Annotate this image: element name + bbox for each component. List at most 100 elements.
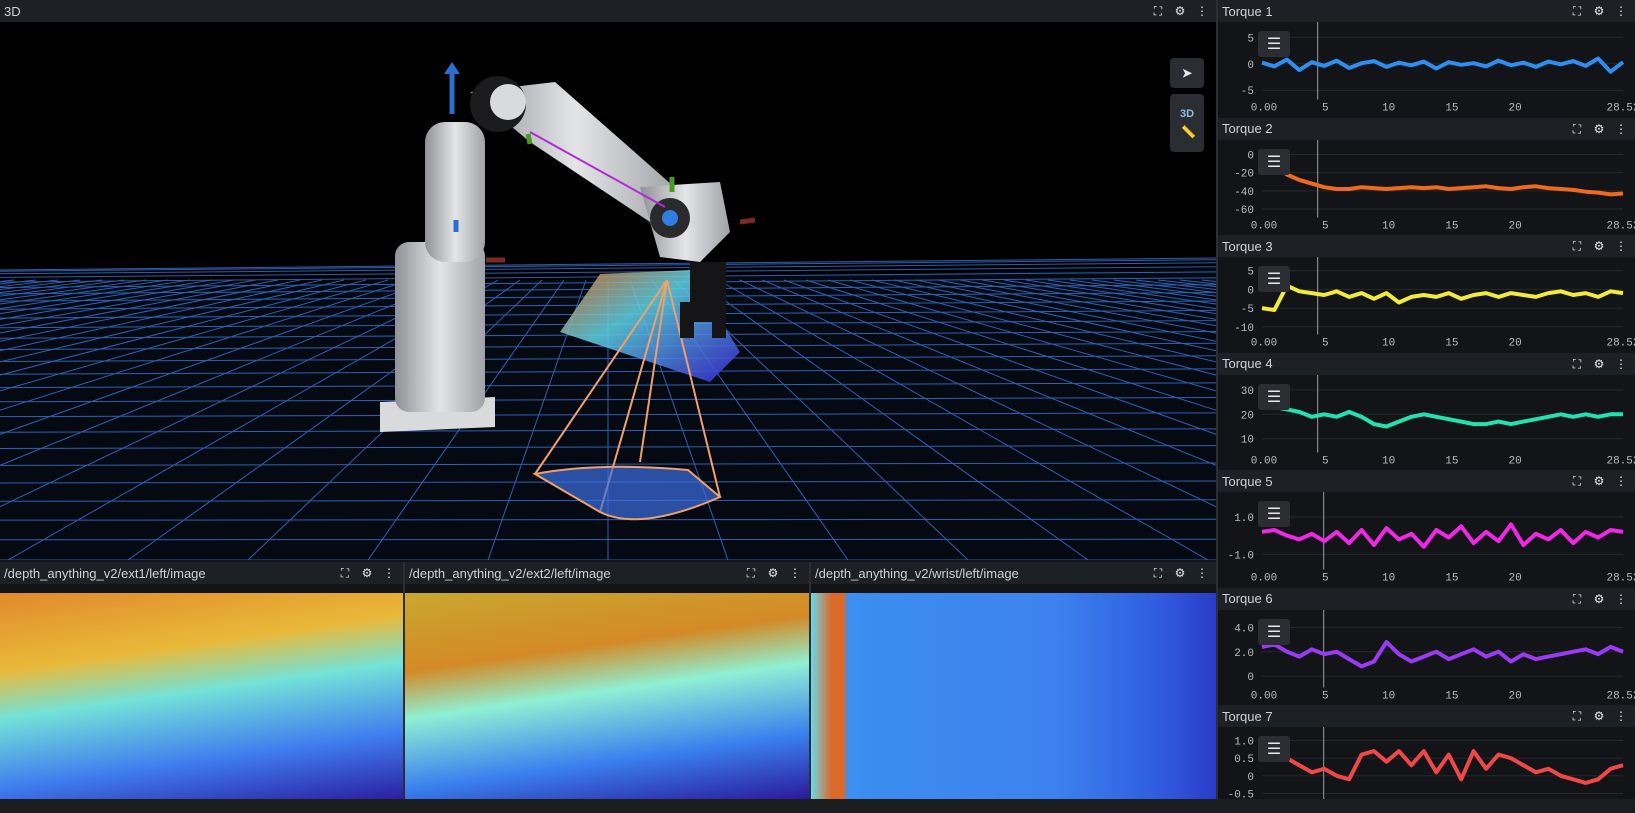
status-bar <box>0 799 1635 813</box>
gear-icon[interactable]: ⚙ <box>1593 123 1605 135</box>
torque-panel: Torque 7 ⛶ ⚙ ⋮ 1.00.50-0.50.00510152028.… <box>1218 705 1635 813</box>
gear-icon[interactable]: ⚙ <box>1593 358 1605 370</box>
torque-panel-title: Torque 3 <box>1222 238 1273 254</box>
maximize-icon[interactable]: ⛶ <box>1152 5 1164 17</box>
x-tick-label: 28.52 <box>1606 690 1635 702</box>
more-icon[interactable]: ⋮ <box>1615 710 1627 722</box>
torque-chart[interactable]: 5 0 -5 -10 0.00 5 10 15 20 28.52 ☰ <box>1218 257 1635 351</box>
gear-icon[interactable]: ⚙ <box>767 567 779 579</box>
depth-image-view[interactable] <box>405 593 809 799</box>
y-tick-label: -5 <box>1241 86 1254 98</box>
x-tick-label: 20 <box>1509 103 1522 115</box>
torque-chart[interactable]: 0 -20 -40 -60 0.00 5 10 15 20 28.52 ☰ <box>1218 139 1635 234</box>
maximize-icon[interactable]: ⛶ <box>1571 5 1583 17</box>
legend-toggle-button[interactable]: ☰ <box>1258 31 1290 57</box>
y-tick-label: 1.0 <box>1234 737 1254 749</box>
x-tick-label: 10 <box>1382 455 1395 467</box>
image-panel-title: /depth_anything_v2/ext2/left/image <box>409 565 611 581</box>
maximize-icon[interactable]: ⛶ <box>1571 710 1583 722</box>
pointer-tool-button[interactable]: ➤ <box>1170 58 1204 88</box>
maximize-icon[interactable]: ⛶ <box>1152 567 1164 579</box>
view-mode-3d-button[interactable]: 3D <box>1180 108 1194 120</box>
legend-toggle-button[interactable]: ☰ <box>1258 736 1290 762</box>
legend-toggle-button[interactable]: ☰ <box>1258 148 1290 175</box>
ruler-icon[interactable]: 📏 <box>1181 126 1196 138</box>
legend-toggle-button[interactable]: ☰ <box>1258 501 1290 527</box>
more-icon[interactable]: ⋮ <box>383 567 395 579</box>
more-icon[interactable]: ⋮ <box>1615 240 1627 252</box>
x-tick-label: 5 <box>1322 455 1329 467</box>
gear-icon[interactable]: ⚙ <box>1593 240 1605 252</box>
list-icon: ☰ <box>1266 506 1282 523</box>
more-icon[interactable]: ⋮ <box>1615 123 1627 135</box>
torque-series-line <box>1261 749 1624 785</box>
x-tick-label: 28.52 <box>1606 573 1635 585</box>
torque-panel-header: Torque 2 ⛶ ⚙ ⋮ <box>1218 117 1635 140</box>
y-tick-label: 1.0 <box>1234 513 1254 525</box>
y-tick-label: 10 <box>1241 434 1254 446</box>
torque-panel-title: Torque 4 <box>1222 356 1273 371</box>
x-tick-label: 0.00 <box>1251 573 1277 585</box>
x-tick-label: 20 <box>1509 455 1522 467</box>
x-tick-label: 5 <box>1322 338 1329 350</box>
x-tick-label: 5 <box>1322 690 1329 702</box>
torque-series-line <box>1261 639 1624 668</box>
legend-toggle-button[interactable]: ☰ <box>1258 618 1290 645</box>
divider[interactable] <box>403 562 405 799</box>
y-tick-label: 0 <box>1247 772 1254 784</box>
x-tick-label: 10 <box>1382 573 1395 585</box>
torque-series-line <box>1261 162 1624 196</box>
x-tick-label: 0.00 <box>1251 455 1277 467</box>
x-tick-label: 5 <box>1322 103 1329 115</box>
x-tick-label: 28.52 <box>1606 220 1635 232</box>
torque-chart[interactable]: 4.0 2.0 0 0.00 5 10 15 20 28.52 ☰ <box>1218 609 1635 704</box>
pointer-icon: ➤ <box>1181 66 1193 80</box>
y-tick-label: -40 <box>1234 186 1254 198</box>
legend-toggle-button[interactable]: ☰ <box>1258 383 1290 410</box>
gear-icon[interactable]: ⚙ <box>1593 475 1605 487</box>
more-icon[interactable]: ⋮ <box>1196 567 1208 579</box>
torque-chart[interactable]: 5 0 -5 0.00 5 10 15 20 28.52 ☰ <box>1218 22 1635 116</box>
gear-icon[interactable]: ⚙ <box>1593 710 1605 722</box>
gear-icon[interactable]: ⚙ <box>1593 5 1605 17</box>
view-mode-group: 3D 📏 <box>1170 94 1204 152</box>
maximize-icon[interactable]: ⛶ <box>1571 475 1583 487</box>
list-icon: ☰ <box>1266 153 1282 171</box>
torque-panel-header: Torque 6 ⛶ ⚙ ⋮ <box>1218 587 1635 610</box>
torque-panel-title: Torque 2 <box>1222 121 1273 136</box>
more-icon[interactable]: ⋮ <box>789 567 801 579</box>
legend-toggle-button[interactable]: ☰ <box>1258 266 1290 292</box>
x-tick-label: 10 <box>1382 220 1395 232</box>
depth-image-view[interactable] <box>811 593 1216 799</box>
gear-icon[interactable]: ⚙ <box>1593 593 1605 605</box>
maximize-icon[interactable]: ⛶ <box>1571 593 1583 605</box>
more-icon[interactable]: ⋮ <box>1615 593 1627 605</box>
maximize-icon[interactable]: ⛶ <box>1571 358 1583 370</box>
torque-series-line <box>1261 522 1624 549</box>
more-icon[interactable]: ⋮ <box>1196 5 1208 17</box>
x-tick-label: 15 <box>1445 690 1458 702</box>
maximize-icon[interactable]: ⛶ <box>745 567 757 579</box>
depth-image-view[interactable] <box>0 593 403 799</box>
gear-icon[interactable]: ⚙ <box>361 567 373 579</box>
torque-panel: Torque 3 ⛶ ⚙ ⋮ 5 0 -5 -10 0.00 5 10 15 20 28.52 ☰ <box>1218 235 1635 351</box>
more-icon[interactable]: ⋮ <box>1615 475 1627 487</box>
more-icon[interactable]: ⋮ <box>1615 5 1627 17</box>
torque-panel: Torque 6 ⛶ ⚙ ⋮ 4.0 2.0 0 0.00 5 10 15 20 28.52 ☰ <box>1218 587 1635 704</box>
more-icon[interactable]: ⋮ <box>1615 358 1627 370</box>
divider[interactable] <box>809 562 811 799</box>
x-tick-label: 15 <box>1445 103 1458 115</box>
maximize-icon[interactable]: ⛶ <box>339 567 351 579</box>
viewport-3d[interactable]: ➤ 3D 📏 <box>0 22 1216 560</box>
gear-icon[interactable]: ⚙ <box>1174 567 1186 579</box>
view3d-header: 3D ⛶ ⚙ ⋮ <box>0 0 1216 22</box>
x-tick-label: 20 <box>1509 573 1522 585</box>
maximize-icon[interactable]: ⛶ <box>1571 123 1583 135</box>
gear-icon[interactable]: ⚙ <box>1174 5 1186 17</box>
x-tick-label: 20 <box>1509 220 1522 232</box>
y-tick-label: 0 <box>1247 60 1254 72</box>
torque-chart[interactable]: 30 20 10 0.00 5 10 15 20 28.52 ☰ <box>1218 374 1635 469</box>
y-tick-label: -5 <box>1241 304 1254 316</box>
torque-chart[interactable]: 1.0 -1.0 0.00 5 10 15 20 28.52 ☰ <box>1218 492 1635 586</box>
maximize-icon[interactable]: ⛶ <box>1571 240 1583 252</box>
